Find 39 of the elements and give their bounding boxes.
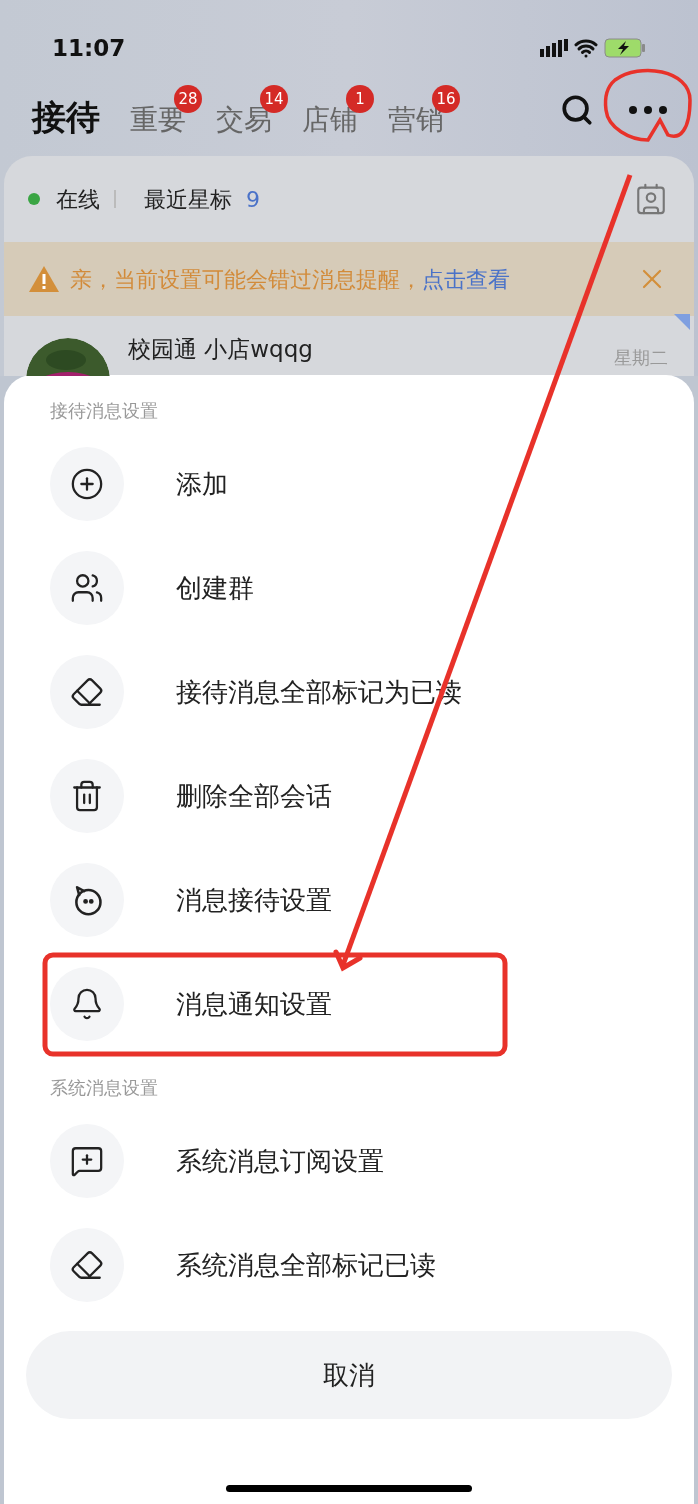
people-icon [70, 571, 104, 605]
menu-item[interactable]: 添加 [26, 432, 672, 536]
plus-circle-icon [70, 467, 104, 501]
contact-card-icon[interactable] [634, 182, 668, 216]
notice-text: 亲，当前设置可能会错过消息提醒， [70, 265, 422, 294]
warning-icon [28, 265, 60, 293]
category-tab[interactable]: 接待 [32, 77, 116, 143]
message-plus-icon [70, 1144, 104, 1178]
online-status[interactable]: 在线 [56, 182, 100, 216]
signal-icon [540, 39, 568, 57]
menu-label: 创建群 [176, 571, 254, 605]
menu-label: 系统消息全部标记已读 [176, 1248, 436, 1282]
more-icon[interactable] [628, 105, 668, 115]
menu-label: 添加 [176, 467, 228, 501]
starred-count: 9 [246, 185, 260, 214]
eraser-icon [70, 1248, 104, 1282]
conversation-time: 星期二 [614, 346, 668, 370]
menu-item[interactable]: 创建群 [26, 536, 672, 640]
search-icon[interactable] [560, 93, 594, 127]
cancel-button[interactable]: 取消 [26, 1331, 672, 1419]
menu-label: 删除全部会话 [176, 779, 332, 813]
menu-label: 消息接待设置 [176, 883, 332, 917]
battery-charging-icon [604, 38, 646, 58]
pin-corner-icon [674, 314, 690, 330]
trash-icon [70, 779, 104, 813]
menu-item[interactable]: 系统消息订阅设置 [26, 1109, 672, 1213]
menu-label: 消息通知设置 [176, 987, 332, 1021]
bell-icon [70, 987, 104, 1021]
menu-label: 系统消息订阅设置 [176, 1144, 384, 1178]
section-title: 接待消息设置 [49, 399, 159, 423]
starred-label[interactable]: 最近星标 [144, 182, 232, 216]
menu-item[interactable]: 删除全部会话 [26, 744, 672, 848]
section-title: 系统消息设置 [49, 1076, 159, 1100]
menu-item[interactable]: 消息接待设置 [26, 848, 672, 952]
clock-time: 11:07 [52, 33, 126, 63]
eraser-icon [70, 675, 104, 709]
menu-item[interactable]: 消息通知设置 [26, 952, 672, 1056]
conversation-name[interactable]: 校园通 小店wqqg [128, 332, 313, 367]
menu-item[interactable]: 系统消息全部标记已读 [26, 1213, 672, 1317]
